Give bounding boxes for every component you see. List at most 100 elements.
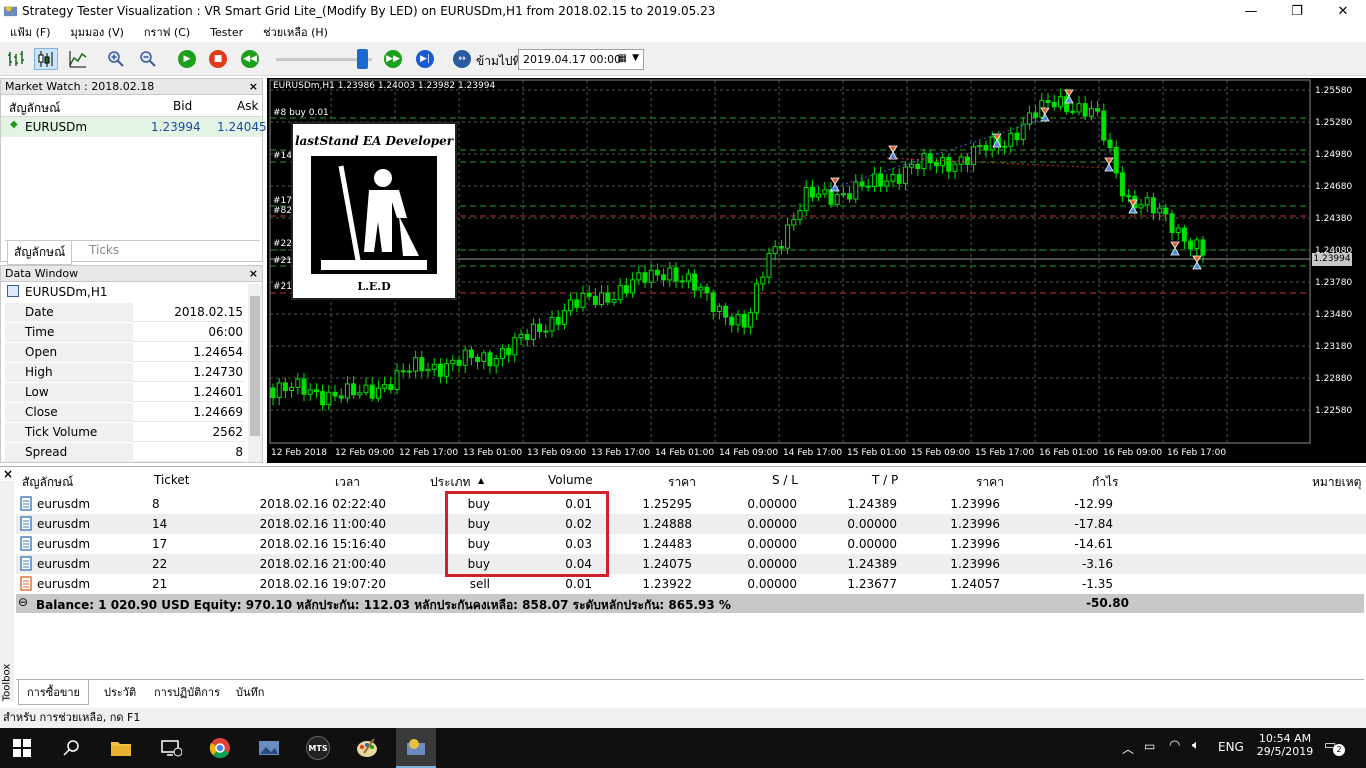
minimize-button[interactable]: — (1228, 0, 1274, 22)
row-price: 1.24075 (642, 557, 692, 571)
order-tag-21a: #21 (273, 256, 292, 266)
menu-chart[interactable]: กราฟ (C) (134, 23, 200, 41)
tab-symbols[interactable]: สัญลักษณ์ (7, 241, 73, 265)
candle-body (828, 189, 834, 205)
candle-body (1175, 227, 1181, 234)
dw-row-spread: Spread 8 (5, 443, 245, 463)
price-chart[interactable]: 1.25580 1.25280 1.24980 1.24680 1.24380 1.240… (267, 78, 1366, 463)
notifications-button[interactable]: ▭ 2 (1324, 738, 1345, 756)
tab-history[interactable]: ประวัติ (96, 680, 144, 704)
col-price-current[interactable]: ราคา (976, 473, 1004, 492)
up-arrow-icon: ◆ (10, 119, 18, 130)
data-window-close-icon[interactable]: × (249, 266, 258, 282)
goto-button[interactable]: ↔ (450, 48, 474, 70)
mw-bid: 1.23994 (151, 120, 201, 134)
candle-body (630, 279, 636, 294)
col-price[interactable]: ราคา (668, 473, 696, 492)
table-row[interactable]: eurusdm 8 2018.02.16 02:22:40 buy 0.01 1.2529… (16, 494, 1366, 514)
status-text: สำหรับ การช่วยเหลือ, กด F1 (3, 711, 141, 724)
fast-forward-button[interactable]: ▶▶ (381, 48, 405, 70)
candle-body (462, 349, 468, 366)
data-window-symbol: EURUSDm,H1 (25, 285, 108, 299)
zoom-out-button[interactable] (136, 48, 160, 70)
maximize-button[interactable]: ❐ (1274, 0, 1320, 22)
app-button-1[interactable] (249, 732, 289, 764)
goto-date-picker[interactable]: 2019.04.17 00:00 ▦ ▼ (518, 49, 644, 70)
tab-ticks[interactable]: Ticks (83, 241, 125, 259)
row-time: 2018.02.16 21:00:40 (259, 557, 386, 571)
col-symbol[interactable]: สัญลักษณ์ (22, 473, 73, 492)
collapse-icon[interactable]: ⊖ (18, 595, 28, 609)
col-time[interactable]: เวลา (335, 473, 360, 492)
wifi-icon[interactable]: ◠ (1169, 738, 1180, 753)
paint-button[interactable] (347, 732, 387, 764)
tab-journal[interactable]: การปฏิบัติการ (146, 680, 228, 704)
rewind-button[interactable]: ◀◀ (238, 48, 262, 70)
menu-file[interactable]: แฟ้ม (F) (0, 23, 61, 41)
dw-row-date: Date 2018.02.15 (5, 303, 245, 323)
table-row[interactable]: eurusdm 14 2018.02.16 11:00:40 buy 0.02 1.248… (16, 514, 1366, 534)
candle-body (468, 349, 474, 358)
col-bid[interactable]: Bid (173, 99, 192, 113)
candle-body (636, 272, 642, 281)
candle-body (475, 356, 481, 362)
language-indicator[interactable]: ENG (1218, 740, 1244, 754)
candle-body (927, 153, 933, 164)
table-row[interactable]: eurusdm 17 2018.02.16 15:16:40 buy 0.03 1.244… (16, 534, 1366, 554)
col-profit[interactable]: กำไร (1092, 473, 1118, 492)
mts-button[interactable]: MTS (298, 732, 338, 764)
candle-body (1144, 197, 1150, 206)
line-chart-button[interactable] (66, 48, 90, 70)
show-hidden-icons-icon[interactable]: ︿ (1122, 740, 1134, 757)
stop-button[interactable]: ■ (206, 48, 230, 70)
col-ask[interactable]: Ask (237, 99, 258, 113)
scrollbar-thumb[interactable] (250, 296, 260, 436)
data-window-scrollbar[interactable] (248, 284, 262, 462)
candle-body (871, 173, 877, 187)
menu-view[interactable]: มุมมอง (V) (61, 23, 134, 41)
battery-icon[interactable]: ▭ (1144, 739, 1155, 753)
buy-arrow-icon (1104, 163, 1114, 172)
skip-to-end-button[interactable]: ▶| (413, 48, 437, 70)
market-watch-close-icon[interactable]: × (249, 79, 258, 95)
volume-icon[interactable]: 🔈︎ (1192, 738, 1200, 753)
dw-row-low: Low 1.24601 (5, 383, 245, 403)
terminal-close-icon[interactable]: × (3, 467, 13, 481)
speed-slider-thumb[interactable] (357, 49, 368, 69)
toolbox-label: Toolbox (1, 663, 13, 702)
market-watch-row[interactable]: ◆ EURUSDm 1.23994 1.24045 (1, 117, 267, 137)
col-symbol[interactable]: สัญลักษณ์ (9, 99, 60, 118)
col-tp[interactable]: T / P (872, 473, 898, 487)
candle-body (692, 273, 698, 291)
table-row[interactable]: eurusdm 22 2018.02.16 21:00:40 buy 0.04 1.240… (16, 554, 1366, 574)
table-row[interactable]: eurusdm 21 2018.02.16 19:07:20 sell 0.01 1.23… (16, 574, 1366, 594)
col-volume[interactable]: Volume (548, 473, 593, 487)
bar-chart-button[interactable] (4, 48, 28, 70)
menu-bar: แฟ้ม (F) มุมมอง (V) กราฟ (C) Tester ช่วย… (0, 22, 1366, 42)
search-button[interactable] (52, 732, 92, 764)
tab-trade[interactable]: การซื้อขาย (18, 680, 89, 705)
data-window-panel: Data Window × EURUSDm,H1 Date 2018.02.15 … (0, 265, 263, 463)
sell-arrow-icon (1170, 241, 1180, 249)
tab-log[interactable]: บันทึก (228, 680, 272, 704)
col-ticket[interactable]: Ticket (154, 473, 190, 487)
connect-button[interactable] (151, 732, 191, 764)
start-button[interactable] (2, 732, 42, 764)
time-label: 14 Feb 01:00 (655, 448, 714, 458)
chrome-button[interactable] (200, 732, 240, 764)
tester-app-button[interactable] (396, 728, 436, 768)
candle-body (648, 269, 654, 283)
candlestick-button[interactable] (34, 48, 58, 70)
menu-help[interactable]: ช่วยเหลือ (H) (253, 23, 338, 41)
candle-body (884, 180, 890, 187)
menu-tester[interactable]: Tester (200, 26, 253, 39)
zoom-in-button[interactable] (104, 48, 128, 70)
col-comment[interactable]: หมายเหตุ (1312, 473, 1361, 492)
file-explorer-button[interactable] (101, 732, 141, 764)
close-button[interactable]: ✕ (1320, 0, 1366, 22)
clock[interactable]: 10:54 AM 29/5/2019 (1254, 732, 1316, 758)
play-button[interactable]: ▶ (175, 48, 199, 70)
col-type[interactable]: ประเภท (430, 473, 470, 492)
candle-body (450, 359, 456, 365)
col-sl[interactable]: S / L (772, 473, 798, 487)
